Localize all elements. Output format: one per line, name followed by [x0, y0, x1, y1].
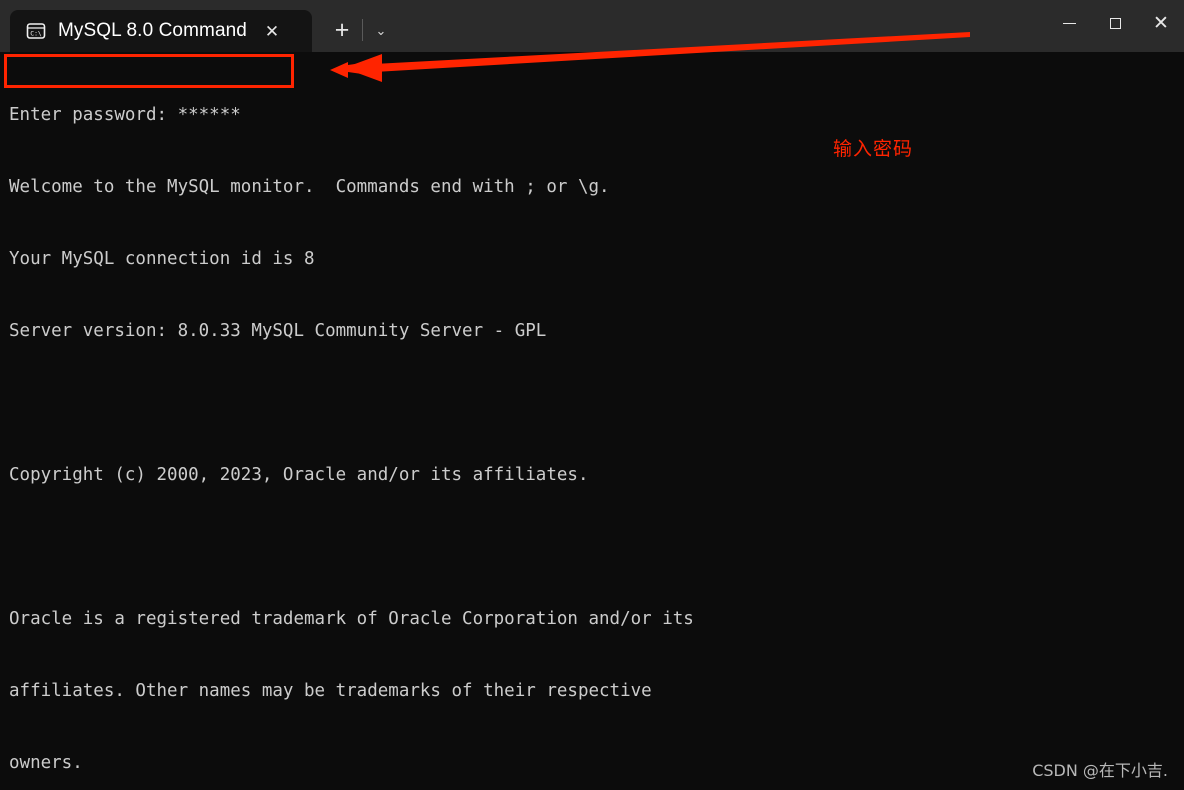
window-controls: ✕ — [1046, 0, 1184, 47]
tabstrip: C:\ MySQL 8.0 Command ✕ + ⌄ — [0, 0, 397, 52]
chevron-down-icon[interactable]: ⌄ — [365, 12, 397, 48]
terminal-output[interactable]: Enter password: ****** Welcome to the My… — [0, 47, 1184, 790]
terminal-line: Server version: 8.0.33 MySQL Community S… — [9, 321, 547, 341]
titlebar: C:\ MySQL 8.0 Command ✕ + ⌄ ✕ — [0, 0, 1184, 52]
terminal-line: Welcome to the MySQL monitor. Commands e… — [9, 177, 610, 197]
annotation-note: 输入密码 — [833, 138, 914, 160]
terminal-line: owners. — [9, 753, 83, 773]
terminal-line: Oracle is a registered trademark of Orac… — [9, 609, 694, 629]
tab-mysql-command-line-client[interactable]: C:\ MySQL 8.0 Command ✕ — [10, 10, 312, 52]
new-tab-button[interactable]: + — [324, 12, 360, 48]
svg-text:C:\: C:\ — [30, 29, 42, 37]
command-prompt-icon: C:\ — [26, 21, 46, 41]
terminal-window: C:\ MySQL 8.0 Command ✕ + ⌄ ✕ Enter pass… — [0, 0, 1184, 790]
terminal-line: Your MySQL connection id is 8 — [9, 249, 315, 269]
close-icon[interactable]: ✕ — [254, 15, 290, 47]
minimize-button[interactable] — [1046, 0, 1092, 47]
tab-title: MySQL 8.0 Command — [58, 20, 247, 41]
terminal-line: Copyright (c) 2000, 2023, Oracle and/or … — [9, 465, 589, 485]
maximize-button[interactable] — [1092, 0, 1138, 47]
watermark: CSDN @在下小吉. — [1032, 761, 1168, 780]
terminal-line: Enter password: ****** — [9, 105, 241, 125]
close-button[interactable]: ✕ — [1138, 0, 1184, 47]
terminal-line: affiliates. Other names may be trademark… — [9, 681, 652, 701]
tabbar-divider — [362, 19, 363, 41]
